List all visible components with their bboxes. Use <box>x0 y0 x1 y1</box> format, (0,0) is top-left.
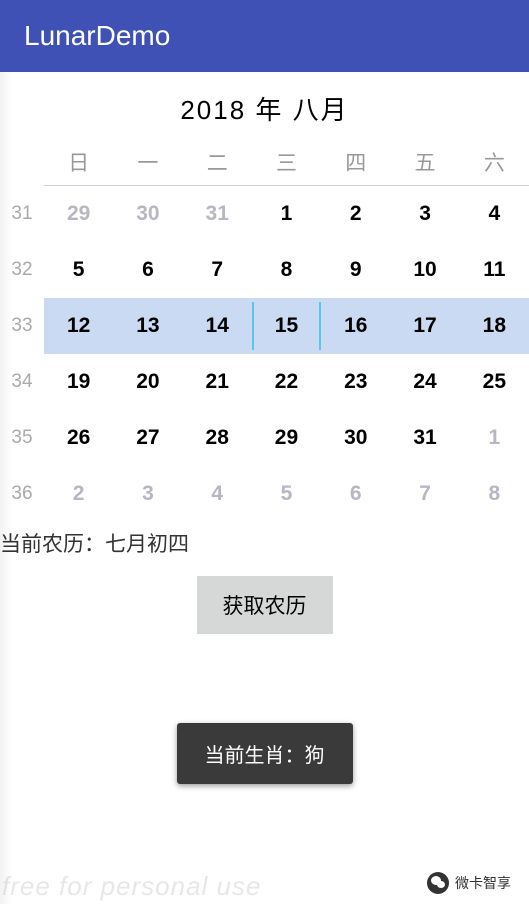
calendar-day[interactable]: 5 <box>44 242 113 298</box>
calendar-day[interactable]: 10 <box>390 242 459 298</box>
calendar-day[interactable]: 21 <box>183 354 252 410</box>
calendar-row: 3312131415161718 <box>0 298 529 354</box>
calendar-day[interactable]: 5 <box>252 466 321 522</box>
wechat-icon <box>427 872 449 894</box>
calendar-grid: 日 一 二 三 四 五 六 31293031123432567891011331… <box>0 137 529 522</box>
calendar-day[interactable]: 26 <box>44 410 113 466</box>
calendar-day[interactable]: 27 <box>113 410 182 466</box>
calendar-day[interactable]: 3 <box>390 186 459 243</box>
calendar-day[interactable]: 17 <box>390 298 459 354</box>
week-number: 34 <box>0 354 44 410</box>
calendar-day[interactable]: 22 <box>252 354 321 410</box>
calendar-day[interactable]: 25 <box>460 354 529 410</box>
calendar-row: 362345678 <box>0 466 529 522</box>
calendar-day[interactable]: 29 <box>44 186 113 243</box>
calendar-day[interactable]: 30 <box>113 186 182 243</box>
lunar-label: 当前农历：七月初四 <box>0 522 529 572</box>
calendar-day[interactable]: 28 <box>183 410 252 466</box>
watermark-text: free for personal use <box>2 871 261 902</box>
calendar-day[interactable]: 9 <box>321 242 390 298</box>
get-lunar-button[interactable]: 获取农历 <box>197 576 333 634</box>
calendar-day[interactable]: 31 <box>390 410 459 466</box>
calendar-day[interactable]: 16 <box>321 298 390 354</box>
calendar-title: 2018 年 八月 <box>0 90 529 127</box>
watermark-brand: 微卡智享 <box>427 872 511 894</box>
week-number: 32 <box>0 242 44 298</box>
calendar-day[interactable]: 4 <box>460 186 529 243</box>
calendar-day[interactable]: 12 <box>44 298 113 354</box>
calendar-day[interactable]: 23 <box>321 354 390 410</box>
calendar-day[interactable]: 31 <box>183 186 252 243</box>
calendar-day[interactable]: 13 <box>113 298 182 354</box>
dow-sun: 日 <box>44 137 113 186</box>
dow-tue: 二 <box>183 137 252 186</box>
calendar-day[interactable]: 15 <box>252 298 321 354</box>
calendar-day[interactable]: 7 <box>390 466 459 522</box>
calendar-day[interactable]: 2 <box>44 466 113 522</box>
calendar-row: 3419202122232425 <box>0 354 529 410</box>
calendar-day[interactable]: 29 <box>252 410 321 466</box>
week-number: 31 <box>0 186 44 243</box>
calendar-day[interactable]: 1 <box>252 186 321 243</box>
weekday-header-row: 日 一 二 三 四 五 六 <box>0 137 529 186</box>
calendar-day[interactable]: 19 <box>44 354 113 410</box>
calendar-day[interactable]: 1 <box>460 410 529 466</box>
calendar-day[interactable]: 14 <box>183 298 252 354</box>
brand-label: 微卡智享 <box>455 873 511 893</box>
calendar-row: 32567891011 <box>0 242 529 298</box>
calendar-day[interactable]: 3 <box>113 466 182 522</box>
app-bar: LunarDemo <box>0 0 529 72</box>
calendar-row: 312930311234 <box>0 186 529 243</box>
calendar-day[interactable]: 30 <box>321 410 390 466</box>
calendar-day[interactable]: 6 <box>113 242 182 298</box>
calendar-day[interactable]: 24 <box>390 354 459 410</box>
calendar-day[interactable]: 18 <box>460 298 529 354</box>
calendar-row: 352627282930311 <box>0 410 529 466</box>
weeknum-header-blank <box>0 137 44 186</box>
dow-thu: 四 <box>321 137 390 186</box>
dow-mon: 一 <box>113 137 182 186</box>
toast-message: 当前生肖：狗 <box>177 723 353 784</box>
dow-fri: 五 <box>390 137 459 186</box>
calendar-day[interactable]: 11 <box>460 242 529 298</box>
calendar-day[interactable]: 20 <box>113 354 182 410</box>
calendar-day[interactable]: 8 <box>252 242 321 298</box>
week-number: 33 <box>0 298 44 354</box>
calendar-day[interactable]: 2 <box>321 186 390 243</box>
week-number: 35 <box>0 410 44 466</box>
week-number: 36 <box>0 466 44 522</box>
app-title: LunarDemo <box>24 20 170 52</box>
calendar-day[interactable]: 7 <box>183 242 252 298</box>
calendar-day[interactable]: 4 <box>183 466 252 522</box>
dow-wed: 三 <box>252 137 321 186</box>
calendar-day[interactable]: 8 <box>460 466 529 522</box>
dow-sat: 六 <box>460 137 529 186</box>
calendar-day[interactable]: 6 <box>321 466 390 522</box>
